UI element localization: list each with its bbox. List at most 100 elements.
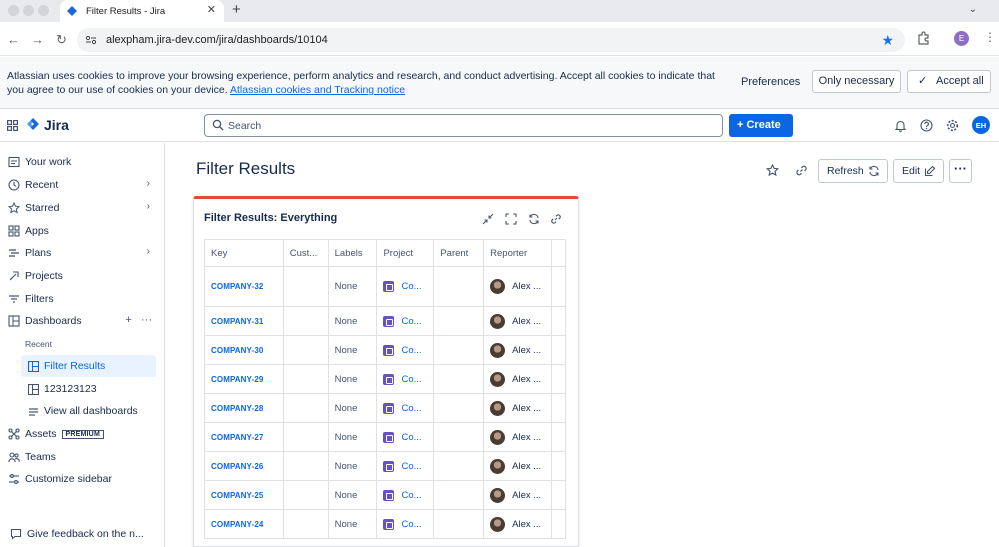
project-cell[interactable]: Co... <box>376 335 435 365</box>
notifications-bell-icon[interactable] <box>894 119 907 132</box>
project-cell[interactable]: Co... <box>376 266 435 307</box>
browser-profile-avatar[interactable]: E <box>954 31 969 46</box>
issue-key-link[interactable]: COMPANY-29 <box>204 364 284 394</box>
reporter-cell[interactable]: Alex ... <box>483 393 553 423</box>
table-row[interactable]: COMPANY-24 None Co... Alex ... <box>204 509 566 539</box>
table-row[interactable]: COMPANY-31 None Co... Alex ... <box>204 306 566 336</box>
issue-key-link[interactable]: COMPANY-32 <box>204 266 284 307</box>
chevron-right-icon[interactable]: › <box>147 178 150 189</box>
gadget-link-icon[interactable] <box>550 213 562 225</box>
settings-gear-icon[interactable] <box>946 119 959 132</box>
table-row[interactable]: COMPANY-27 None Co... Alex ... <box>204 422 566 452</box>
project-cell[interactable]: Co... <box>376 422 435 452</box>
table-row[interactable]: COMPANY-28 None Co... Alex ... <box>204 393 566 423</box>
back-icon[interactable]: ← <box>7 32 20 47</box>
column-header-key[interactable]: Key <box>204 239 284 267</box>
only-necessary-button[interactable]: Only necessary <box>812 70 901 93</box>
reporter-cell[interactable]: Alex ... <box>483 364 553 394</box>
sidebar-item-123123123[interactable]: 123123123 <box>21 378 156 400</box>
minimize-window-dot[interactable] <box>23 5 34 16</box>
more-actions-icon[interactable]: ··· <box>141 314 152 326</box>
sidebar-item-customize[interactable]: Customize sidebar <box>8 469 158 489</box>
sidebar-item-recent[interactable]: Recent › <box>8 175 158 195</box>
chevron-right-icon[interactable]: › <box>147 201 150 212</box>
gadget-refresh-icon[interactable] <box>528 213 540 225</box>
chevron-right-icon[interactable]: › <box>147 246 150 257</box>
issue-key-link[interactable]: COMPANY-26 <box>204 451 284 481</box>
table-row[interactable]: COMPANY-25 None Co... Alex ... <box>204 480 566 510</box>
table-row[interactable]: COMPANY-26 None Co... Alex ... <box>204 451 566 481</box>
help-icon[interactable] <box>920 119 933 132</box>
issue-key-link[interactable]: COMPANY-25 <box>204 480 284 510</box>
bookmark-star-icon[interactable]: ★ <box>881 32 894 49</box>
star-dashboard-icon[interactable] <box>766 164 779 177</box>
maximize-window-dot[interactable] <box>38 5 49 16</box>
reporter-cell[interactable]: Alex ... <box>483 509 553 539</box>
create-button[interactable]: + Create <box>729 114 793 137</box>
reload-icon[interactable]: ↻ <box>56 32 67 48</box>
app-switcher-icon[interactable] <box>7 120 18 131</box>
column-header-parent[interactable]: Parent <box>433 239 485 267</box>
forward-icon[interactable]: → <box>31 32 44 47</box>
column-header-labels[interactable]: Labels <box>328 239 378 267</box>
sidebar-item-apps[interactable]: Apps <box>8 221 158 241</box>
edit-button[interactable]: Edit <box>893 159 944 183</box>
jira-product-name[interactable]: Jira <box>44 117 69 133</box>
refresh-button[interactable]: Refresh <box>818 159 888 183</box>
url-field[interactable]: alexpham.jira-dev.com/jira/dashboards/10… <box>77 28 905 52</box>
table-row[interactable]: COMPANY-30 None Co... Alex ... <box>204 335 566 365</box>
issue-key-link[interactable]: COMPANY-30 <box>204 335 284 365</box>
sidebar-item-plans[interactable]: Plans › <box>8 243 158 263</box>
copy-link-icon[interactable] <box>795 164 808 177</box>
browser-menu-icon[interactable]: ⋮ <box>984 30 996 44</box>
add-dashboard-icon[interactable]: + <box>125 314 131 326</box>
column-header-custom[interactable]: Cust... <box>283 239 329 267</box>
accept-all-button[interactable]: ✓ Accept all <box>907 70 991 93</box>
sidebar-item-projects[interactable]: Projects <box>8 266 158 286</box>
issue-key-link[interactable]: COMPANY-28 <box>204 393 284 423</box>
jira-logo-icon[interactable] <box>26 117 40 133</box>
reporter-cell[interactable]: Alex ... <box>483 422 553 452</box>
reporter-cell[interactable]: Alex ... <box>483 306 553 336</box>
search-input[interactable]: Search <box>204 114 723 137</box>
table-row[interactable]: COMPANY-32 None Co... Alex ... <box>204 266 566 307</box>
column-header-reporter[interactable]: Reporter <box>483 239 553 267</box>
fullscreen-icon[interactable] <box>505 213 517 225</box>
reporter-cell[interactable]: Alex ... <box>483 266 553 307</box>
column-header-project[interactable]: Project <box>376 239 435 267</box>
close-window-dot[interactable] <box>8 5 19 16</box>
preferences-button[interactable]: Preferences <box>735 71 806 93</box>
tab-search-chevron-icon[interactable]: ⌄ <box>969 4 977 15</box>
sidebar-item-dashboards[interactable]: Dashboards + ··· <box>8 311 158 331</box>
project-cell[interactable]: Co... <box>376 306 435 336</box>
sidebar-item-starred[interactable]: Starred › <box>8 198 158 218</box>
reporter-cell[interactable]: Alex ... <box>483 335 553 365</box>
project-cell[interactable]: Co... <box>376 364 435 394</box>
extensions-icon[interactable] <box>917 31 931 45</box>
reporter-cell[interactable]: Alex ... <box>483 480 553 510</box>
sidebar-item-filters[interactable]: Filters <box>8 289 158 309</box>
project-cell[interactable]: Co... <box>376 509 435 539</box>
user-avatar[interactable]: EH <box>972 116 990 134</box>
give-feedback-button[interactable]: Give feedback on the n... <box>10 528 144 540</box>
sidebar-item-filter-results[interactable]: Filter Results <box>21 355 156 377</box>
sidebar-item-assets[interactable]: Assets PREMIUM <box>8 424 158 444</box>
issue-key-link[interactable]: COMPANY-24 <box>204 509 284 539</box>
issue-key-link[interactable]: COMPANY-27 <box>204 422 284 452</box>
project-cell[interactable]: Co... <box>376 480 435 510</box>
sidebar-item-your-work[interactable]: Your work <box>8 152 158 172</box>
project-cell[interactable]: Co... <box>376 393 435 423</box>
sidebar-item-teams[interactable]: Teams <box>8 447 158 467</box>
site-info-icon[interactable] <box>85 34 97 46</box>
sidebar-item-view-all-dashboards[interactable]: View all dashboards <box>21 400 156 422</box>
new-tab-icon[interactable]: + <box>232 1 241 18</box>
project-cell[interactable]: Co... <box>376 451 435 481</box>
more-actions-button[interactable]: ··· <box>949 159 972 183</box>
tab-close-icon[interactable]: ✕ <box>207 3 216 16</box>
cookie-policy-link[interactable]: Atlassian cookies and Tracking notice <box>230 84 405 96</box>
issue-key-link[interactable]: COMPANY-31 <box>204 306 284 336</box>
minimize-icon[interactable] <box>482 213 494 225</box>
browser-tab[interactable]: Filter Results - Jira ✕ <box>60 0 224 22</box>
table-row[interactable]: COMPANY-29 None Co... Alex ... <box>204 364 566 394</box>
reporter-cell[interactable]: Alex ... <box>483 451 553 481</box>
